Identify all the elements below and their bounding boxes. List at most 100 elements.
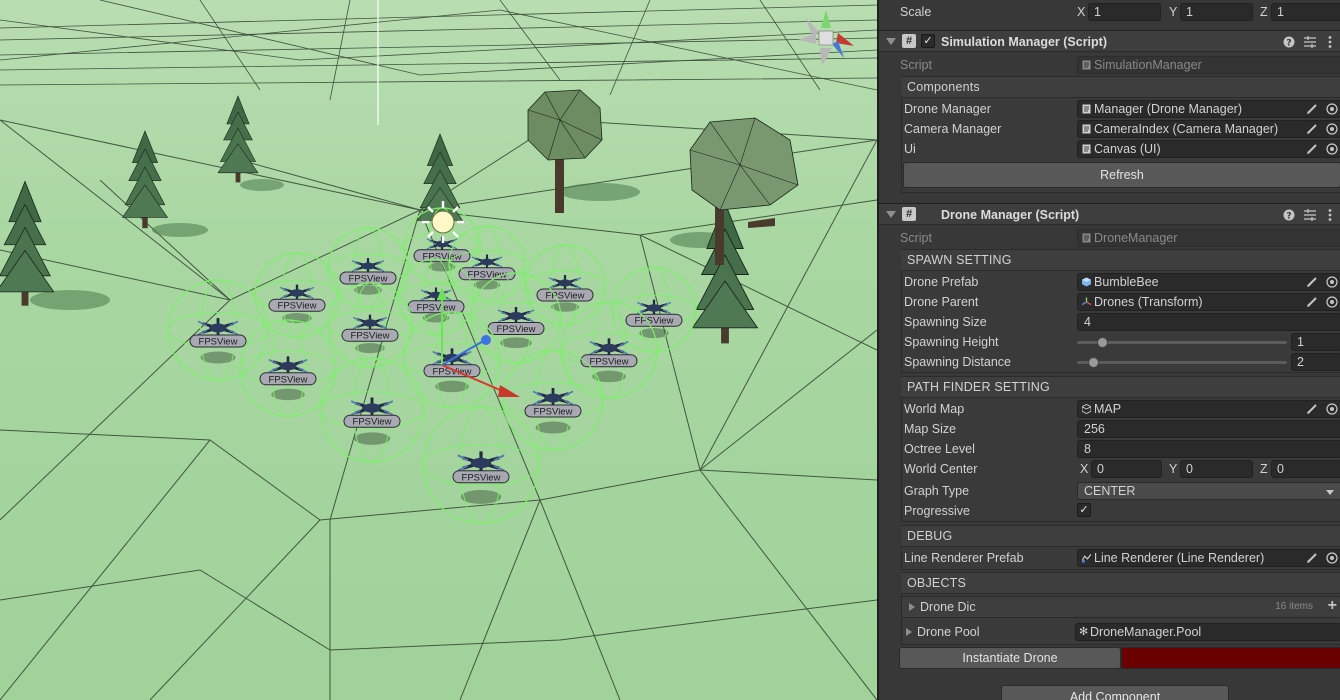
- scale-x-field[interactable]: 1: [1088, 3, 1161, 21]
- object-picker-buttons[interactable]: [1305, 402, 1339, 416]
- drone-instance[interactable]: FPSView: [470, 272, 562, 364]
- drone-instance[interactable]: FPSView: [502, 349, 604, 451]
- inspector-panel: Scale X 1 Y 1 Z 1 # ✓ Simulation Manager…: [877, 0, 1340, 700]
- ui-ref-field[interactable]: Canvas (UI): [1077, 140, 1340, 158]
- spawning-distance-field[interactable]: 2: [1291, 353, 1340, 371]
- object-picker-buttons[interactable]: [1305, 122, 1339, 136]
- drone-prefab-value: BumbleBee: [1094, 275, 1159, 289]
- dm-script-label: Script: [900, 231, 932, 245]
- drone-shadow: [473, 280, 501, 290]
- dm-script-row: Script DroneManager: [879, 228, 1340, 248]
- spawning-distance-label: Spawning Distance: [904, 355, 1012, 369]
- drone-manager-ref-label: Drone Manager: [904, 102, 991, 116]
- object-picker-buttons[interactable]: [1305, 551, 1339, 565]
- drone-instance[interactable]: FPSView: [327, 282, 413, 368]
- world-map-field[interactable]: MAP: [1077, 400, 1340, 418]
- drone-dic-foldout[interactable]: Drone Dic 16 items +: [901, 596, 1340, 618]
- component-header-icons[interactable]: ?: [1282, 208, 1336, 222]
- spawning-height-slider-knob[interactable]: [1097, 337, 1108, 348]
- drone-manager-title: Drone Manager (Script): [941, 208, 1080, 222]
- ui-ref-value: Canvas (UI): [1094, 142, 1161, 156]
- drone-prefab-field[interactable]: BumbleBee: [1077, 273, 1340, 291]
- prefab-cube-icon: [1082, 277, 1091, 287]
- component-header-icons[interactable]: ?: [1282, 35, 1336, 49]
- drone-pool-field[interactable]: ✻ DroneManager.Pool: [1075, 623, 1340, 641]
- components-header: Components: [901, 76, 1340, 98]
- octree-level-field[interactable]: 8: [1077, 440, 1340, 458]
- drone-group[interactable]: FPSView FPSView FPSView FPSView FPSView FPSVi…: [167, 207, 697, 524]
- world-center-z-field[interactable]: 0: [1271, 460, 1340, 478]
- sim-script-row: Script SimulationManager: [879, 55, 1340, 75]
- scene-canvas[interactable]: FPSView FPSView FPSView FPSView FPSView FPSVi…: [0, 0, 877, 700]
- drone-parent-label: Drone Parent: [904, 295, 979, 309]
- scale-label: Scale: [900, 5, 932, 19]
- add-component-button[interactable]: Add Component: [1001, 685, 1229, 700]
- more-options-icon: [1328, 209, 1332, 221]
- light-gizmo-icon[interactable]: [422, 201, 464, 243]
- drone-dic-label: Drone Dic: [920, 600, 976, 614]
- orientation-gizmo-icon[interactable]: [798, 10, 854, 66]
- spawning-size-row: Spawning Size 4: [879, 312, 1340, 332]
- foldout-arrow-icon[interactable]: [886, 38, 896, 45]
- drone-manager-header[interactable]: # Drone Manager (Script) ?: [879, 203, 1340, 225]
- scene-view[interactable]: FPSView FPSView FPSView FPSView FPSView FPSVi…: [0, 0, 877, 700]
- chevron-right-icon[interactable]: [909, 603, 915, 611]
- map-size-label: Map Size: [904, 422, 957, 436]
- octree-level-row: Octree Level 8: [879, 439, 1340, 459]
- spawning-distance-slider-knob[interactable]: [1088, 357, 1099, 368]
- sim-script-field: SimulationManager: [1077, 56, 1340, 74]
- pencil-icon: [1307, 404, 1317, 414]
- refresh-button[interactable]: Refresh: [903, 162, 1340, 188]
- drone-manager-ref-field[interactable]: Manager (Drone Manager): [1077, 100, 1340, 118]
- foldout-arrow-icon[interactable]: [886, 211, 896, 218]
- simulation-manager-enabled-checkbox[interactable]: ✓: [921, 34, 935, 48]
- object-picker-buttons[interactable]: [1305, 102, 1339, 116]
- fps-view-label: FPSView: [590, 356, 629, 367]
- drone-parent-field[interactable]: Drones (Transform): [1077, 293, 1340, 311]
- spawning-size-field[interactable]: 4: [1077, 313, 1340, 331]
- scale-z-field[interactable]: 1: [1271, 3, 1340, 21]
- fps-view-label: FPSView: [269, 374, 308, 385]
- fps-view-label: FPSView: [534, 407, 573, 418]
- camera-manager-ref-field[interactable]: CameraIndex (Camera Manager): [1077, 120, 1340, 138]
- drone-parent-value: Drones (Transform): [1094, 295, 1203, 309]
- spawning-height-label: Spawning Height: [904, 335, 999, 349]
- drone-instance[interactable]: FPSView: [239, 319, 337, 417]
- drone-instance[interactable]: FPSView: [524, 244, 606, 326]
- script-icon: #: [902, 207, 916, 221]
- more-options-icon: [1328, 36, 1332, 48]
- drone-instance[interactable]: FPSView: [611, 267, 697, 353]
- progressive-checkbox[interactable]: ✓: [1077, 503, 1091, 517]
- ui-ref-row: Ui Canvas (UI): [879, 139, 1340, 159]
- pine-tree: [0, 181, 55, 307]
- drone-instance[interactable]: FPSView: [448, 225, 526, 303]
- map-size-field[interactable]: 256: [1077, 420, 1340, 438]
- object-picker-icon: [1326, 123, 1338, 135]
- object-picker-buttons[interactable]: [1305, 142, 1339, 156]
- world-center-y-field[interactable]: 0: [1180, 460, 1253, 478]
- script-icon: #: [902, 34, 916, 48]
- drone-shadow: [200, 351, 236, 364]
- world-center-row: World Center X 0 Y 0 Z 0: [879, 459, 1340, 479]
- object-picker-icon: [1326, 403, 1338, 415]
- instantiate-drone-button[interactable]: Instantiate Drone: [899, 647, 1121, 669]
- line-renderer-field[interactable]: Line Renderer (Line Renderer): [1077, 549, 1340, 567]
- scale-y-field[interactable]: 1: [1180, 3, 1253, 21]
- add-item-icon[interactable]: +: [1328, 597, 1337, 615]
- drone-manager-ref-row: Drone Manager Manager (Drone Manager): [879, 99, 1340, 119]
- spawning-height-row: Spawning Height 1: [879, 332, 1340, 352]
- spawning-distance-slider-track[interactable]: [1077, 361, 1287, 364]
- drone-shadow: [355, 343, 385, 354]
- mesh-cube-icon: [1082, 404, 1091, 414]
- world-center-x-field[interactable]: 0: [1091, 460, 1162, 478]
- object-picker-buttons[interactable]: [1305, 295, 1339, 309]
- simulation-manager-header[interactable]: # ✓ Simulation Manager (Script) ?: [879, 30, 1340, 52]
- spawning-height-field[interactable]: 1: [1291, 333, 1340, 351]
- spawning-height-slider-track[interactable]: [1077, 341, 1287, 344]
- chevron-right-icon[interactable]: [906, 628, 912, 636]
- graph-type-dropdown[interactable]: CENTER: [1077, 482, 1340, 500]
- object-picker-buttons[interactable]: [1305, 275, 1339, 289]
- transform-scale-row: Scale X 1 Y 1 Z 1: [879, 2, 1340, 22]
- drone-instance[interactable]: FPSView: [167, 279, 269, 381]
- spawning-size-label: Spawning Size: [904, 315, 987, 329]
